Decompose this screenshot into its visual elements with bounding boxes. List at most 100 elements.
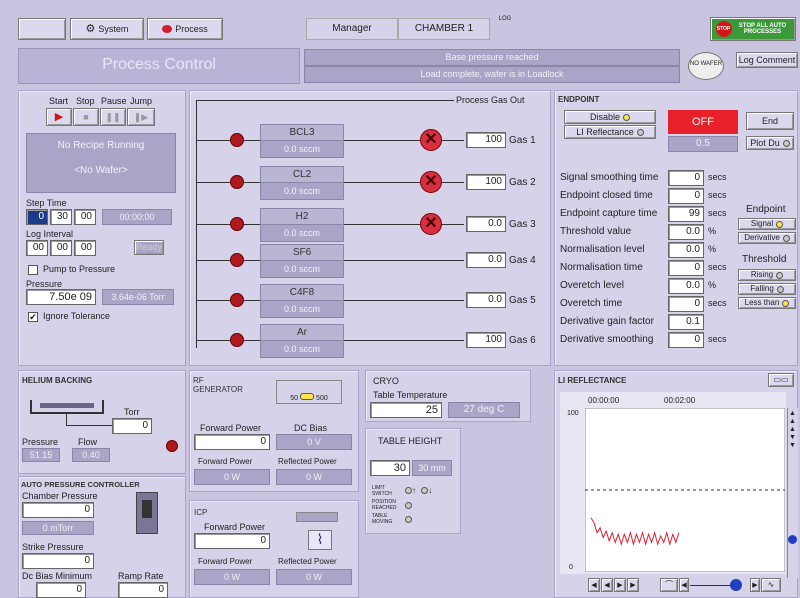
endpoint-param-unit: % xyxy=(708,244,717,254)
gas-6-isolation-valve[interactable] xyxy=(230,333,244,347)
gas-2-setpoint[interactable]: 100 xyxy=(466,174,506,190)
endpoint-param-label: Signal smoothing time xyxy=(560,172,659,183)
chamber-pressure-field[interactable]: 0 xyxy=(22,502,94,518)
endpoint-param-field[interactable]: 99 xyxy=(668,206,704,222)
li-zoom-in-icon[interactable]: ∿ xyxy=(761,578,781,592)
rising-button[interactable]: Rising xyxy=(738,269,796,281)
stop-all-button[interactable]: STOP STOP ALL AUTO PROCESSES xyxy=(710,17,796,41)
endpoint-param-field[interactable]: 0 xyxy=(668,188,704,204)
table-height-title: TABLE HEIGHT xyxy=(378,436,443,446)
pump-to-pressure[interactable]: Pump to Pressure xyxy=(28,264,115,275)
li-nav-first[interactable]: ◀ xyxy=(588,578,600,592)
step-minutes-field[interactable]: 30 xyxy=(50,209,72,225)
less-than-button[interactable]: Less than xyxy=(738,297,796,309)
li-t1-label: 00:02:00 xyxy=(664,396,696,405)
gas-5-setpoint[interactable]: 0.0 xyxy=(466,292,506,308)
gas-3-isolation-valve[interactable] xyxy=(230,217,244,231)
signal-button[interactable]: Signal xyxy=(738,218,796,230)
system-button[interactable]: ⚙ System xyxy=(70,18,144,40)
derivative-button[interactable]: Derivative xyxy=(738,232,796,244)
li-scroll-thumb[interactable] xyxy=(788,535,797,544)
rising-led xyxy=(776,271,784,279)
helium-torr-field[interactable]: 0 xyxy=(112,418,152,434)
ignore-checkbox[interactable]: ✔ xyxy=(28,311,38,322)
manager-tab[interactable]: Manager xyxy=(306,18,398,40)
chamber-tab[interactable]: CHAMBER 1 xyxy=(398,18,490,40)
step-elapsed: 00:00:00 xyxy=(102,209,172,225)
rf-reflected-label: Reflected Power xyxy=(278,457,337,466)
gas-1-isolation-valve[interactable] xyxy=(230,133,244,147)
strike-pressure-field[interactable]: 0 xyxy=(22,553,94,569)
li-nav-next[interactable]: ▶ xyxy=(614,578,626,592)
endpoint-param-field[interactable]: 0.0 xyxy=(668,224,704,240)
gas-2-isolation-valve[interactable] xyxy=(230,175,244,189)
gas-1-shutoff-valve[interactable]: ✕ xyxy=(420,129,442,151)
gas-2-shutoff-valve[interactable]: ✕ xyxy=(420,171,442,193)
blank-button[interactable] xyxy=(18,18,66,40)
gas-5-mfc: C4F8 0.0 sccm xyxy=(260,284,344,318)
step-seconds-field[interactable]: 00 xyxy=(74,209,96,225)
gas-3-shutoff-valve[interactable]: ✕ xyxy=(420,213,442,235)
disable-button[interactable]: Disable xyxy=(564,110,656,124)
li-nav-prev[interactable]: ◀ xyxy=(601,578,613,592)
rf-range-switch[interactable]: 50 500 xyxy=(276,380,342,404)
status-line-2: Load complete, wafer is in Loadlock xyxy=(304,66,680,83)
position-led xyxy=(405,502,412,509)
pump-checkbox[interactable] xyxy=(28,264,38,275)
gas-5-isolation-valve[interactable] xyxy=(230,293,244,307)
endpoint-param-field[interactable]: 0 xyxy=(668,296,704,312)
ramp-rate-field[interactable]: 0 xyxy=(118,582,168,598)
endpoint-param-field[interactable]: 0.1 xyxy=(668,314,704,330)
li-zoom-thumb[interactable] xyxy=(730,579,742,591)
li-reflectance-button[interactable]: LI Reflectance xyxy=(564,125,656,139)
log-seconds-field[interactable]: 00 xyxy=(74,240,96,256)
log-minutes-field[interactable]: 00 xyxy=(50,240,72,256)
icp-switch[interactable] xyxy=(296,512,338,522)
stop-button[interactable]: ■ xyxy=(73,108,99,126)
pause-button[interactable]: ❚❚ xyxy=(100,108,126,126)
li-window-button[interactable]: ▭▭ xyxy=(768,373,794,387)
endpoint-param-unit: secs xyxy=(708,190,727,200)
log-icon[interactable]: LOG xyxy=(496,16,514,38)
jump-button[interactable]: ❚▶ xyxy=(127,108,155,126)
gas-3-setpoint[interactable]: 0.0 xyxy=(466,216,506,232)
endpoint-param-field[interactable]: 0 xyxy=(668,260,704,276)
gas-6-setpoint[interactable]: 100 xyxy=(466,332,506,348)
gas-4-isolation-valve[interactable] xyxy=(230,253,244,267)
start-button[interactable]: ▶ xyxy=(46,108,72,126)
ignore-tolerance[interactable]: ✔ Ignore Tolerance xyxy=(28,311,110,322)
process-button[interactable]: Process xyxy=(147,18,223,40)
endpoint-param-unit: secs xyxy=(708,262,727,272)
log-comment-button[interactable]: Log Comment xyxy=(736,52,798,68)
rf-forward-field[interactable]: 0 xyxy=(194,434,270,450)
gas-1-label: Gas 1 xyxy=(509,135,536,146)
helium-line-v xyxy=(66,414,67,426)
gas-1-setpoint[interactable]: 100 xyxy=(466,132,506,148)
gas-4-setpoint[interactable]: 0.0 xyxy=(466,252,506,268)
pressure-setpoint[interactable]: 7.50e 09 xyxy=(26,289,96,305)
li-zoom-right[interactable]: ▶ xyxy=(750,578,760,592)
icp-forward-field[interactable]: 0 xyxy=(194,533,270,549)
step-hours-field[interactable]: 0 xyxy=(26,209,48,225)
end-button[interactable]: End xyxy=(746,112,794,130)
li-scroll-up-icon[interactable]: ▲ ▲ ▲ ▼ ▼ xyxy=(788,410,797,450)
li-zoom-left[interactable]: ◀ xyxy=(679,578,689,592)
dc-bias-min-field[interactable]: 0 xyxy=(36,582,86,598)
log-interval-label: Log Interval xyxy=(26,229,74,239)
table-temp-field[interactable]: 25 xyxy=(370,402,442,418)
li-zoom-out-icon[interactable]: ⌒ xyxy=(660,578,678,592)
endpoint-param-field[interactable]: 0 xyxy=(668,170,704,186)
table-height-field[interactable]: 30 xyxy=(370,460,410,476)
table-temp-label: Table Temperature xyxy=(373,390,448,400)
icp-forward-label: Forward Power xyxy=(204,522,266,532)
ready-button[interactable]: Ready xyxy=(134,240,164,255)
endpoint-param-field[interactable]: 0 xyxy=(668,332,704,348)
endpoint-param-field[interactable]: 0.0 xyxy=(668,278,704,294)
li-nav-last[interactable]: ▶ xyxy=(627,578,639,592)
log-hours-field[interactable]: 00 xyxy=(26,240,48,256)
plot-du-button[interactable]: Plot Du xyxy=(746,136,794,150)
helium-valve[interactable] xyxy=(166,440,178,452)
endpoint-param-field[interactable]: 0.0 xyxy=(668,242,704,258)
falling-button[interactable]: Falling xyxy=(738,283,796,295)
signal-led xyxy=(776,220,784,228)
